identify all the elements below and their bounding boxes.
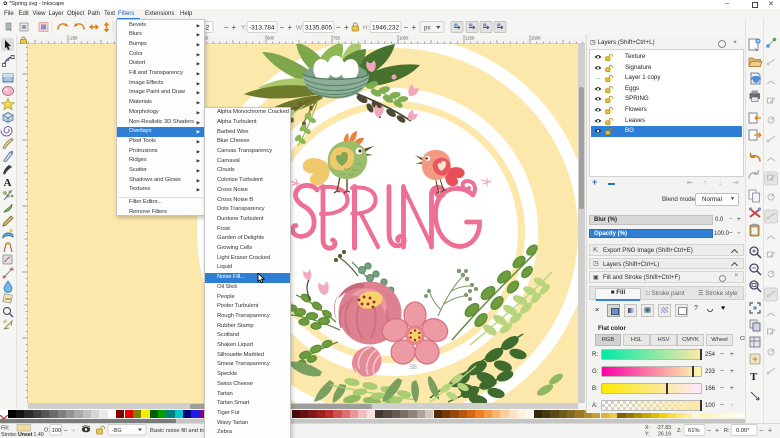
svg-text:+: + <box>715 428 719 435</box>
svg-text:100: 100 <box>52 428 62 434</box>
svg-text:+: + <box>768 428 772 435</box>
svg-text:3135.805: 3135.805 <box>305 25 332 32</box>
svg-text:+: + <box>232 23 237 32</box>
svg-text:750: 750 <box>333 36 341 41</box>
svg-text:SB: SB <box>409 365 417 371</box>
svg-text:61%: 61% <box>688 428 700 434</box>
svg-text:Unset: Unset <box>18 432 33 438</box>
svg-text:26.19: 26.19 <box>658 432 671 438</box>
svg-text:-313.784: -313.784 <box>249 25 275 32</box>
svg-text:+: + <box>344 23 349 32</box>
svg-text:1946.232: 1946.232 <box>372 25 399 32</box>
svg-text:−: − <box>280 23 285 32</box>
svg-text:−: − <box>404 23 409 32</box>
svg-text:-250: -250 <box>69 36 78 41</box>
svg-text:−: − <box>224 23 229 32</box>
svg-text:−: − <box>707 428 711 435</box>
svg-text:R:: R: <box>724 428 729 434</box>
svg-text:+: + <box>412 23 417 32</box>
svg-text:−: − <box>64 428 68 435</box>
svg-text:−: − <box>336 23 341 32</box>
svg-text:+: + <box>288 23 293 32</box>
svg-text:O:: O: <box>44 428 50 434</box>
svg-text:T: T <box>750 371 758 383</box>
svg-text:1500: 1500 <box>531 36 541 41</box>
svg-text:500: 500 <box>267 36 275 41</box>
svg-text:-27.83: -27.83 <box>656 425 671 431</box>
svg-text:1250: 1250 <box>465 36 475 41</box>
svg-text:+: + <box>72 428 76 435</box>
svg-text:X:: X: <box>645 425 650 431</box>
svg-text:0.00°: 0.00° <box>736 428 750 434</box>
svg-text:-BG: -BG <box>112 428 122 434</box>
svg-text:Z:: Z: <box>677 428 682 434</box>
svg-text:Y:: Y: <box>645 432 650 438</box>
svg-text:Y:: Y: <box>241 25 247 32</box>
svg-text:A: A <box>4 177 12 189</box>
svg-text:px: px <box>424 25 432 32</box>
svg-text:1.40: 1.40 <box>34 432 44 438</box>
svg-text:H:: H: <box>363 25 370 32</box>
svg-text:Fill:: Fill: <box>1 426 9 432</box>
svg-text:1000: 1000 <box>399 36 409 41</box>
svg-text:−: − <box>759 428 763 435</box>
svg-text:Stroke:: Stroke: <box>1 432 17 438</box>
